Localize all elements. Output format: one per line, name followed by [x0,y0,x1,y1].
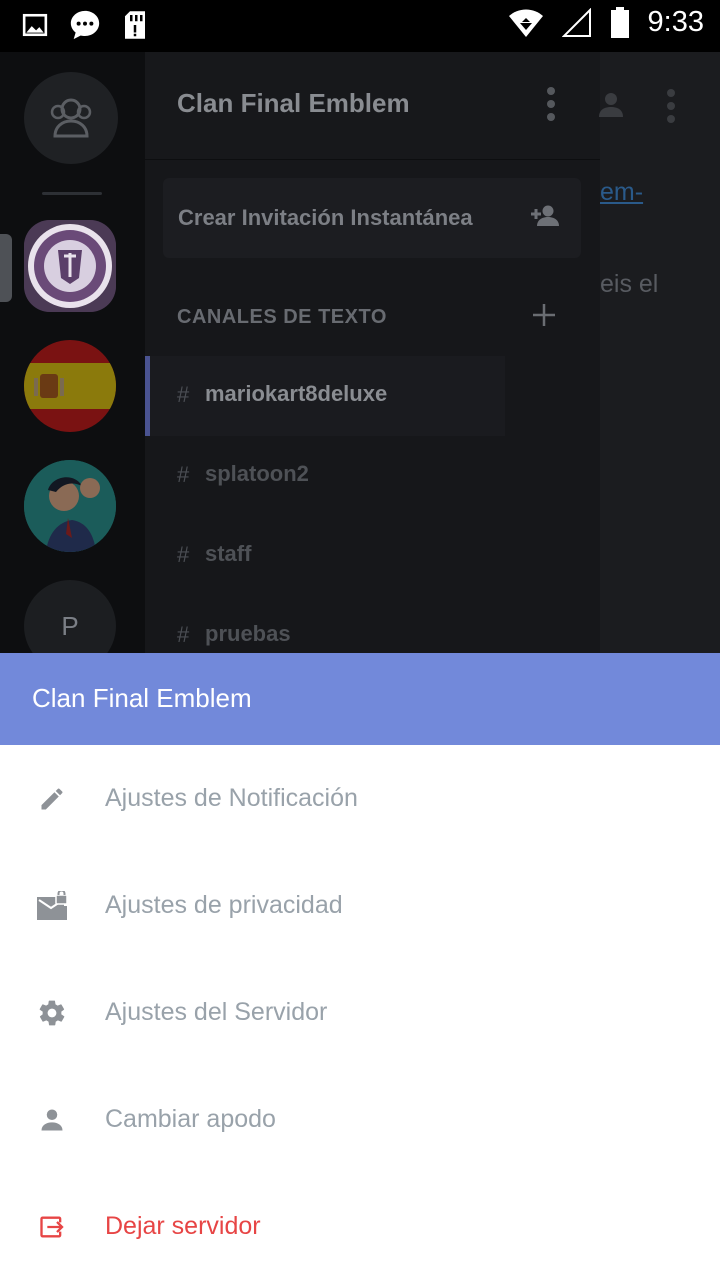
hash-icon: # [177,542,190,567]
add-channel-button[interactable] [532,303,556,331]
channel-panel-header: Clan Final Emblem [145,52,600,160]
channel-item[interactable]: # staff [145,516,505,596]
chat-text-fragment: eis el [600,270,659,298]
channel-name: staff [205,541,252,566]
change-nickname-item[interactable]: Cambiar apodo [0,1066,720,1173]
plus-icon [533,304,555,326]
chat-link-fragment[interactable]: em- [600,178,643,207]
sheet-title: Clan Final Emblem [32,683,252,713]
create-invite-button[interactable]: Crear Invitación Instantánea [163,178,581,258]
server-title: Clan Final Emblem [177,88,410,118]
message-icon [70,10,100,40]
selected-server-indicator [0,234,12,302]
hash-icon: # [177,622,190,647]
mail-lock-icon [36,890,68,922]
server-icon-final-emblem[interactable] [24,220,116,312]
clock: 9:33 [647,6,704,38]
text-channels-header: CANALES DE TEXTO [177,306,387,328]
members-icon[interactable] [596,92,626,118]
cell-signal-icon [561,7,591,37]
channel-item[interactable]: # pruebas [145,596,505,653]
menu-item-label: Ajustes de privacidad [105,891,343,919]
channel-item[interactable]: # splatoon2 [145,436,505,516]
sd-card-icon [125,11,145,39]
wifi-icon [508,9,543,37]
server-icon-character[interactable] [24,460,116,552]
server-menu-button[interactable] [546,86,556,126]
leave-server-item[interactable]: Dejar servidor [0,1173,720,1280]
server-rail: P [0,52,145,653]
spain-flag [24,340,116,432]
sheet-header: Clan Final Emblem [0,653,720,745]
status-bar-right-icons: 9:33 [508,6,704,39]
channel-item[interactable]: # mariokart8deluxe [145,356,505,436]
menu-item-label: Dejar servidor [105,1212,261,1240]
notification-settings-item[interactable]: Ajustes de Notificación [0,745,720,852]
menu-item-label: Ajustes del Servidor [105,998,328,1026]
add-person-icon [531,205,559,226]
image-icon [22,13,48,37]
hash-icon: # [177,382,190,407]
pencil-icon [36,783,68,815]
direct-messages-button[interactable] [24,72,118,164]
person-icon [36,1104,68,1136]
friends-icon [50,98,92,138]
channel-name: pruebas [205,621,291,646]
more-vertical-icon[interactable] [666,88,676,124]
more-vertical-icon [547,87,555,121]
menu-item-label: Ajustes de Notificación [105,784,358,812]
status-bar: 9:33 [0,0,720,52]
channel-name: mariokart8deluxe [205,381,388,406]
server-icon-spain[interactable] [24,340,116,432]
gear-icon [36,997,68,1029]
menu-item-label: Cambiar apodo [105,1105,276,1133]
server-initial: P [61,610,79,641]
channel-panel: Clan Final Emblem Crear Invitación Insta… [145,52,600,653]
anime-character-avatar [24,460,116,552]
privacy-settings-item[interactable]: Ajustes de privacidad [0,852,720,959]
channel-name: splatoon2 [205,461,309,486]
rail-separator [42,192,102,195]
server-options-sheet: Clan Final Emblem Ajustes de Notificació… [0,653,720,1280]
battery-icon [610,6,629,38]
final-emblem-logo [24,220,116,312]
exit-icon [36,1211,68,1243]
server-icon-p[interactable]: P [24,580,116,653]
hash-icon: # [177,462,190,487]
background-app: P Clan Final Emblem Crear Invitación Ins… [0,52,720,653]
invite-label: Crear Invitación Instantánea [178,205,473,230]
chat-area: em- eis el [599,52,720,653]
status-bar-left-icons [22,8,148,42]
server-settings-item[interactable]: Ajustes del Servidor [0,959,720,1066]
